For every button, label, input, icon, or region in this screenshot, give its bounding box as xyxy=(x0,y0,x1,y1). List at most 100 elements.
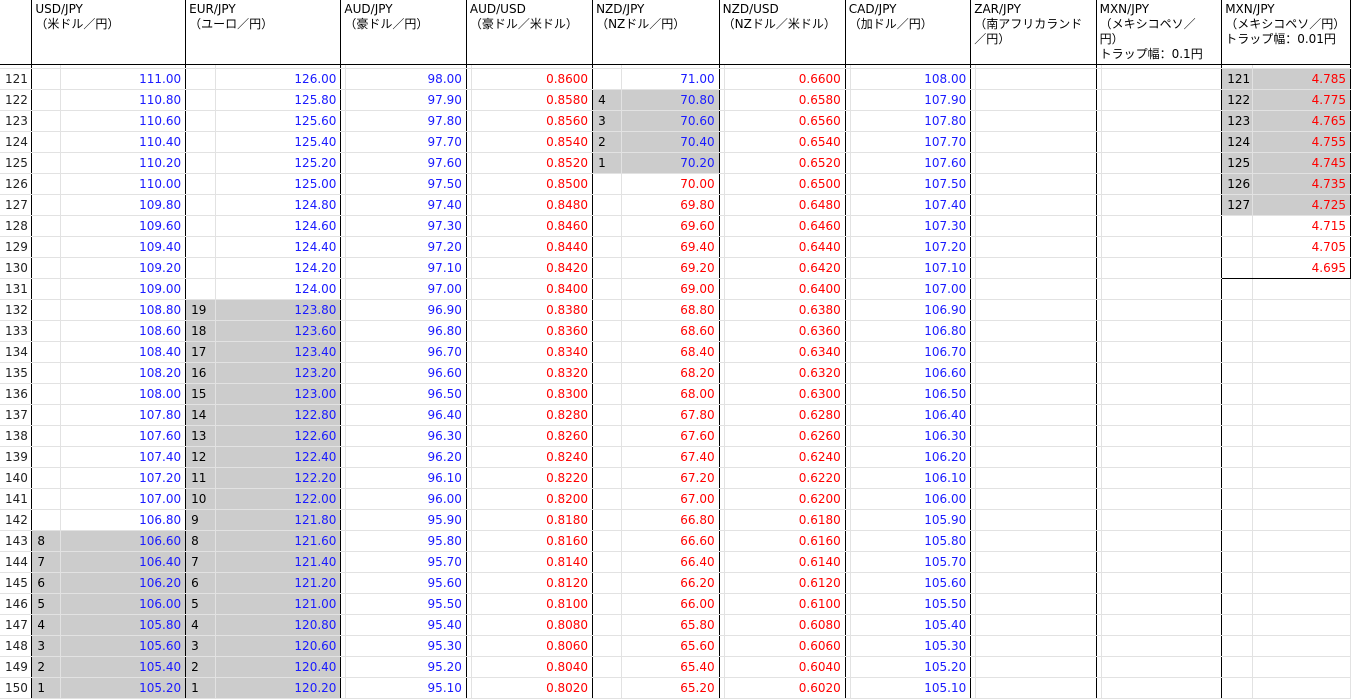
zarjpy-cell[interactable] xyxy=(975,257,1097,279)
audjpy-price[interactable]: 96.40 xyxy=(345,404,467,426)
eurjpy-price[interactable]: 123.20 xyxy=(215,362,342,384)
audusd-price[interactable]: 0.8600 xyxy=(471,68,594,90)
usdjpy-trap-count[interactable] xyxy=(31,68,62,90)
mxnjpy-01-cell[interactable] xyxy=(1101,215,1223,237)
row-number[interactable]: 145 xyxy=(0,572,33,594)
audusd-price[interactable]: 0.8020 xyxy=(471,677,594,699)
usdjpy-trap-count[interactable] xyxy=(31,446,62,468)
nzdjpy-trap-count[interactable] xyxy=(592,320,622,342)
mxnjpy-001-price[interactable]: 4.765 xyxy=(1252,110,1351,132)
zarjpy-cell[interactable] xyxy=(975,656,1097,678)
audusd-price[interactable]: 0.8040 xyxy=(471,656,594,678)
nzdjpy-trap-count[interactable] xyxy=(592,425,622,447)
nzdjpy-trap-count[interactable] xyxy=(592,194,622,216)
zarjpy-cell[interactable] xyxy=(975,278,1097,300)
audusd-price[interactable]: 0.8440 xyxy=(471,236,594,258)
eurjpy-price[interactable]: 125.40 xyxy=(215,131,342,153)
mxnjpy-01-cell[interactable] xyxy=(1101,194,1223,216)
nzdjpy-trap-count[interactable]: 1 xyxy=(592,152,622,174)
audjpy-price[interactable]: 97.10 xyxy=(345,257,467,279)
mxnjpy-001-price[interactable] xyxy=(1252,509,1351,531)
mxnjpy-001-price[interactable]: 4.785 xyxy=(1252,68,1351,90)
mxnjpy-001-trap-count[interactable] xyxy=(1221,383,1254,405)
mxnjpy-001-trap-count[interactable] xyxy=(1221,257,1254,279)
nzdusd-price[interactable]: 0.6020 xyxy=(724,677,846,699)
eurjpy-trap-count[interactable]: 11 xyxy=(185,467,216,489)
audjpy-price[interactable]: 95.40 xyxy=(345,614,467,636)
audjpy-price[interactable]: 95.30 xyxy=(345,635,467,657)
audusd-price[interactable]: 0.8220 xyxy=(471,467,594,489)
mxnjpy-001-price[interactable]: 4.705 xyxy=(1252,236,1351,258)
row-number[interactable]: 144 xyxy=(0,551,33,573)
mxnjpy-001-trap-count[interactable] xyxy=(1221,341,1254,363)
nzdjpy-trap-count[interactable] xyxy=(592,215,622,237)
nzdjpy-trap-count[interactable] xyxy=(592,383,622,405)
row-number[interactable]: 130 xyxy=(0,257,33,279)
row-number[interactable]: 128 xyxy=(0,215,33,237)
eurjpy-price[interactable]: 121.80 xyxy=(215,509,342,531)
nzdjpy-price[interactable]: 67.60 xyxy=(621,425,720,447)
row-number[interactable]: 121 xyxy=(0,68,33,90)
mxnjpy-01-cell[interactable] xyxy=(1101,593,1223,615)
nzdusd-price[interactable]: 0.6160 xyxy=(724,530,846,552)
nzdusd-price[interactable]: 0.6340 xyxy=(724,341,846,363)
mxnjpy-001-trap-count[interactable]: 126 xyxy=(1221,173,1254,195)
usdjpy-price[interactable]: 108.80 xyxy=(60,299,187,321)
mxnjpy-01-cell[interactable] xyxy=(1101,530,1223,552)
nzdusd-price[interactable]: 0.6380 xyxy=(724,299,846,321)
mxnjpy-001-trap-count[interactable] xyxy=(1221,488,1254,510)
mxnjpy-001-price[interactable] xyxy=(1252,488,1351,510)
audjpy-price[interactable]: 97.80 xyxy=(345,110,467,132)
nzdjpy-trap-count[interactable] xyxy=(592,278,622,300)
zarjpy-cell[interactable] xyxy=(975,509,1097,531)
nzdusd-price[interactable]: 0.6240 xyxy=(724,446,846,468)
zarjpy-cell[interactable] xyxy=(975,404,1097,426)
spreadsheet-grid[interactable]: USD/JPY （米ドル／円） EUR/JPY （ユーロ／円） AUD/JPY … xyxy=(0,0,1351,699)
eurjpy-trap-count[interactable] xyxy=(185,173,216,195)
nzdjpy-price[interactable]: 67.80 xyxy=(621,404,720,426)
mxnjpy-001-price[interactable] xyxy=(1252,299,1351,321)
nzdjpy-price[interactable]: 65.40 xyxy=(621,656,720,678)
usdjpy-price[interactable]: 105.40 xyxy=(60,656,187,678)
nzdjpy-trap-count[interactable] xyxy=(592,614,622,636)
usdjpy-price[interactable]: 108.00 xyxy=(60,383,187,405)
usdjpy-price[interactable]: 107.00 xyxy=(60,488,187,510)
eurjpy-price[interactable]: 124.20 xyxy=(215,257,342,279)
cadjpy-price[interactable]: 107.40 xyxy=(850,194,972,216)
nzdusd-price[interactable]: 0.6500 xyxy=(724,173,846,195)
nzdusd-price[interactable]: 0.6460 xyxy=(724,215,846,237)
mxnjpy-001-trap-count[interactable] xyxy=(1221,656,1254,678)
mxnjpy-001-trap-count[interactable]: 124 xyxy=(1221,131,1254,153)
header-audjpy[interactable]: AUD/JPY （豪ドル／円） xyxy=(340,0,467,65)
nzdjpy-price[interactable]: 70.80 xyxy=(621,89,720,111)
nzdusd-price[interactable]: 0.6100 xyxy=(724,593,846,615)
mxnjpy-01-cell[interactable] xyxy=(1101,425,1223,447)
eurjpy-trap-count[interactable] xyxy=(185,89,216,111)
eurjpy-trap-count[interactable]: 4 xyxy=(185,614,216,636)
row-number[interactable]: 140 xyxy=(0,467,33,489)
nzdusd-price[interactable]: 0.6180 xyxy=(724,509,846,531)
audusd-price[interactable]: 0.8240 xyxy=(471,446,594,468)
audusd-price[interactable]: 0.8540 xyxy=(471,131,594,153)
mxnjpy-01-cell[interactable] xyxy=(1101,509,1223,531)
eurjpy-trap-count[interactable]: 10 xyxy=(185,488,216,510)
row-number[interactable]: 142 xyxy=(0,509,33,531)
row-number[interactable]: 134 xyxy=(0,341,33,363)
zarjpy-cell[interactable] xyxy=(975,152,1097,174)
usdjpy-trap-count[interactable] xyxy=(31,236,62,258)
mxnjpy-001-trap-count[interactable] xyxy=(1221,320,1254,342)
mxnjpy-001-trap-count[interactable] xyxy=(1221,362,1254,384)
usdjpy-trap-count[interactable] xyxy=(31,278,62,300)
eurjpy-price[interactable]: 123.80 xyxy=(215,299,342,321)
mxnjpy-001-trap-count[interactable] xyxy=(1221,593,1254,615)
nzdjpy-trap-count[interactable] xyxy=(592,530,622,552)
eurjpy-trap-count[interactable] xyxy=(185,236,216,258)
usdjpy-price[interactable]: 107.20 xyxy=(60,467,187,489)
zarjpy-cell[interactable] xyxy=(975,68,1097,90)
eurjpy-trap-count[interactable]: 18 xyxy=(185,320,216,342)
zarjpy-cell[interactable] xyxy=(975,593,1097,615)
cadjpy-price[interactable]: 107.30 xyxy=(850,215,972,237)
header-usdjpy[interactable]: USD/JPY （米ドル／円） xyxy=(31,0,187,65)
eurjpy-price[interactable]: 123.40 xyxy=(215,341,342,363)
mxnjpy-001-price[interactable]: 4.745 xyxy=(1252,152,1351,174)
